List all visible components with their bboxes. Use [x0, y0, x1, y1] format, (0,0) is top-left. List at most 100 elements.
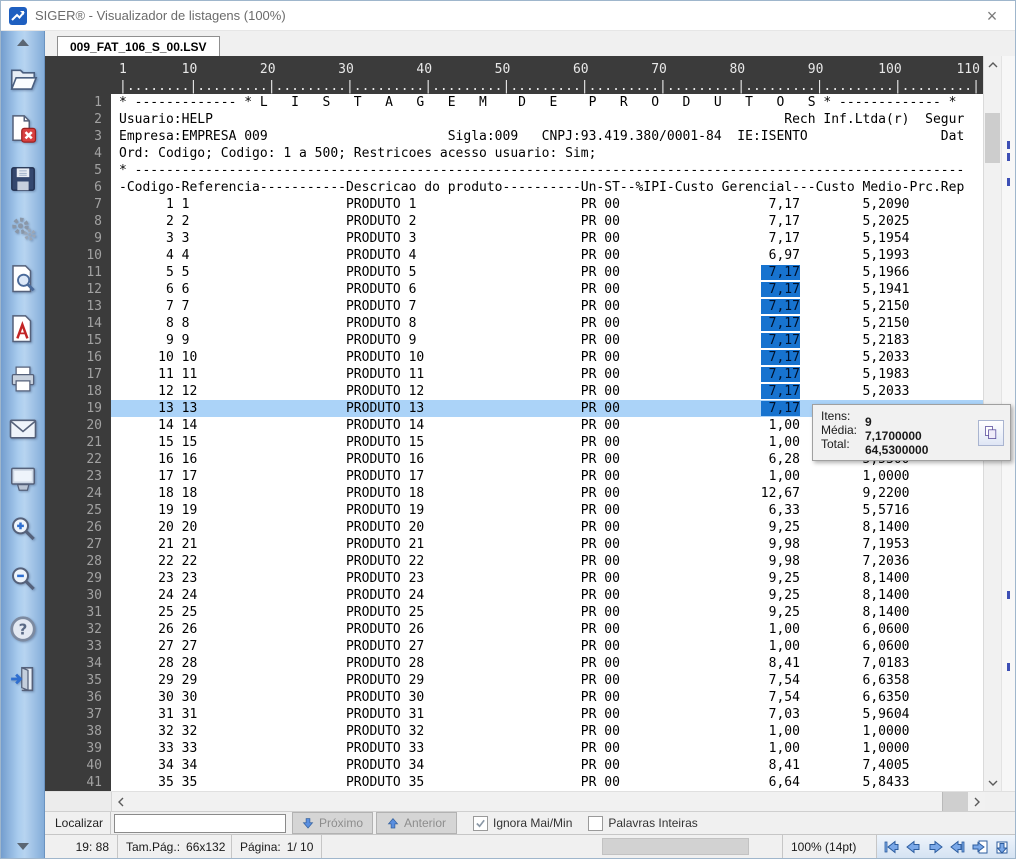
editor-line[interactable]: 12 6 6 PRODUTO 6 PR 00 7,17 5,1941: [45, 281, 983, 298]
editor-line[interactable]: 16 10 10 PRODUTO 10 PR 00 7,17 5,2033: [45, 349, 983, 366]
column-selection-block: 7,17: [761, 367, 800, 382]
editor-line[interactable]: 9 3 3 PRODUTO 3 PR 00 7,17 5,1954: [45, 230, 983, 247]
document-tab[interactable]: 009_FAT_106_S_00.LSV: [57, 36, 220, 56]
line-number: 32: [45, 621, 111, 638]
whole-words-checkbox[interactable]: [588, 816, 603, 831]
check-icon: [475, 818, 486, 829]
editor-line[interactable]: 26 20 20 PRODUTO 20 PR 00 9,25 8,1400: [45, 519, 983, 536]
total-label: Total:: [821, 437, 850, 451]
editor-line[interactable]: 25 19 19 PRODUTO 19 PR 00 6,33 5,5716: [45, 502, 983, 519]
go-to-page-button[interactable]: [969, 838, 989, 856]
close-file-button[interactable]: [6, 112, 40, 146]
print-button[interactable]: [6, 362, 40, 396]
ignore-case-checkbox[interactable]: [473, 816, 488, 831]
editor-line[interactable]: 32 26 26 PRODUTO 26 PR 00 1,00 6,0600: [45, 621, 983, 638]
line-number: 8: [45, 213, 111, 230]
line-text: 25 25 PRODUTO 25 PR 00 9,25 8,1400: [111, 604, 983, 621]
editor-line[interactable]: 33 27 27 PRODUTO 27 PR 00 1,00 6,0600: [45, 638, 983, 655]
editor-line[interactable]: 5* -------------------------------------…: [45, 162, 983, 179]
previous-page-button[interactable]: [903, 838, 923, 856]
scroll-down-icon[interactable]: [984, 774, 1001, 791]
editor-line[interactable]: 14 8 8 PRODUTO 8 PR 00 7,17 5,2150: [45, 315, 983, 332]
line-text: Usuario:HELP Rech Inf.Ltda(r) Segur: [111, 111, 983, 128]
line-number: 26: [45, 519, 111, 536]
send-email-button[interactable]: [6, 412, 40, 446]
line-number: 33: [45, 638, 111, 655]
sidebar-scroll-up-icon[interactable]: [17, 39, 29, 46]
first-page-button[interactable]: [881, 838, 901, 856]
copy-icon: [983, 425, 999, 441]
line-number: 2: [45, 111, 111, 128]
editor-line[interactable]: 8 2 2 PRODUTO 2 PR 00 7,17 5,2025: [45, 213, 983, 230]
search-input[interactable]: [114, 814, 286, 833]
editor-line[interactable]: 3Empresa:EMPRESA 009 Sigla:009 CNPJ:93.4…: [45, 128, 983, 145]
editor-line[interactable]: 7 1 1 PRODUTO 1 PR 00 7,17 5,2090: [45, 196, 983, 213]
editor-line[interactable]: 10 4 4 PRODUTO 4 PR 00 6,97 5,1993: [45, 247, 983, 264]
settings-button[interactable]: [6, 212, 40, 246]
column-selection-block: 7,17: [761, 333, 800, 348]
editor-line[interactable]: 6-Codigo-Referencia-----------Descricao …: [45, 179, 983, 196]
editor-line[interactable]: 30 24 24 PRODUTO 24 PR 00 9,25 8,1400: [45, 587, 983, 604]
zoom-in-button[interactable]: [6, 512, 40, 546]
zoom-level: 100% (14pt): [783, 835, 877, 858]
help-button[interactable]: ?: [6, 612, 40, 646]
editor-line[interactable]: 24 18 18 PRODUTO 18 PR 00 12,67 9,2200: [45, 485, 983, 502]
editor-line[interactable]: 4Ord: Codigo; Codigo: 1 a 500; Restricoe…: [45, 145, 983, 162]
line-text: 2 2 PRODUTO 2 PR 00 7,17 5,2025: [111, 213, 983, 230]
editor-line[interactable]: 11 5 5 PRODUTO 5 PR 00 7,17 5,1966: [45, 264, 983, 281]
preview-button[interactable]: [6, 262, 40, 296]
next-page-button[interactable]: [925, 838, 945, 856]
copy-stats-button[interactable]: [978, 420, 1004, 446]
editor-line[interactable]: 18 12 12 PRODUTO 12 PR 00 7,17 5,2033: [45, 383, 983, 400]
editor-line[interactable]: 13 7 7 PRODUTO 7 PR 00 7,17 5,2150: [45, 298, 983, 315]
editor-line[interactable]: 35 29 29 PRODUTO 29 PR 00 7,54 6,6358: [45, 672, 983, 689]
open-file-button[interactable]: [6, 62, 40, 96]
horizontal-scrollbar-thumb[interactable]: [129, 792, 943, 811]
horizontal-scrollbar[interactable]: [45, 791, 1015, 811]
save-file-button[interactable]: [6, 162, 40, 196]
editor-line[interactable]: 38 32 32 PRODUTO 32 PR 00 1,00 1,0000: [45, 723, 983, 740]
editor-line[interactable]: 40 34 34 PRODUTO 34 PR 00 8,41 7,4005: [45, 757, 983, 774]
zoom-out-button[interactable]: [6, 562, 40, 596]
pdf-icon: [8, 314, 38, 344]
exit-button[interactable]: [6, 662, 40, 696]
editor-line[interactable]: 1* ------------- * L I S T A G E M D E P…: [45, 94, 983, 111]
editor-line[interactable]: 28 22 22 PRODUTO 22 PR 00 9,98 7,2036: [45, 553, 983, 570]
find-previous-button[interactable]: Anterior: [376, 812, 457, 834]
scroll-left-icon[interactable]: [112, 792, 129, 811]
editor-line[interactable]: 27 21 21 PRODUTO 21 PR 00 9,98 7,1953: [45, 536, 983, 553]
editor-line[interactable]: 29 23 23 PRODUTO 23 PR 00 9,25 8,1400: [45, 570, 983, 587]
editor-line[interactable]: 15 9 9 PRODUTO 9 PR 00 7,17 5,2183: [45, 332, 983, 349]
scroll-right-icon[interactable]: [968, 792, 985, 811]
bookmark-mark: [1007, 178, 1010, 186]
line-text: 20 20 PRODUTO 20 PR 00 9,25 8,1400: [111, 519, 983, 536]
vertical-scrollbar-thumb[interactable]: [985, 113, 1000, 163]
editor-line[interactable]: 31 25 25 PRODUTO 25 PR 00 9,25 8,1400: [45, 604, 983, 621]
svg-text:?: ?: [18, 621, 27, 639]
editor-line[interactable]: 2Usuario:HELP Rech Inf.Ltda(r) Segur: [45, 111, 983, 128]
sidebar-scroll-down-icon[interactable]: [17, 843, 29, 850]
zoom-in-icon: [8, 514, 38, 544]
line-number: 15: [45, 332, 111, 349]
editor-line[interactable]: 34 28 28 PRODUTO 28 PR 00 8,41 7,0183: [45, 655, 983, 672]
line-text: 31 31 PRODUTO 31 PR 00 7,03 5,9604: [111, 706, 983, 723]
line-text: * --------------------------------------…: [111, 162, 983, 179]
previous-page-icon: [905, 839, 922, 855]
find-next-button[interactable]: Próximo: [292, 812, 373, 834]
editor-line[interactable]: 17 11 11 PRODUTO 11 PR 00 7,17 5,1983: [45, 366, 983, 383]
status-spacer: [322, 835, 783, 858]
go-to-line-button[interactable]: [991, 838, 1011, 856]
view-screen-button[interactable]: [6, 462, 40, 496]
scroll-up-icon[interactable]: [984, 56, 1001, 73]
page-label: Página:: [240, 840, 281, 854]
editor-line[interactable]: 37 31 31 PRODUTO 31 PR 00 7,03 5,9604: [45, 706, 983, 723]
editor-line[interactable]: 41 35 35 PRODUTO 35 PR 00 6,64 5,8433: [45, 774, 983, 791]
editor-line[interactable]: 39 33 33 PRODUTO 33 PR 00 1,00 1,0000: [45, 740, 983, 757]
editor-line[interactable]: 36 30 30 PRODUTO 30 PR 00 7,54 6,6350: [45, 689, 983, 706]
editor-line[interactable]: 23 17 17 PRODUTO 17 PR 00 1,00 1,0000: [45, 468, 983, 485]
last-page-button[interactable]: [947, 838, 967, 856]
export-pdf-button[interactable]: [6, 312, 40, 346]
line-number: 16: [45, 349, 111, 366]
close-button[interactable]: ×: [975, 2, 1009, 30]
line-text: 5 5 PRODUTO 5 PR 00 7,17 5,1966: [111, 264, 983, 281]
